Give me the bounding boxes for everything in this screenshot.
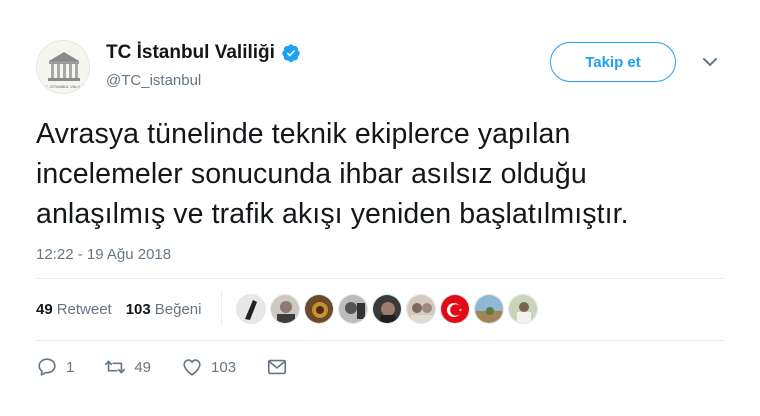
- tweet-actions: 1 49 103: [36, 352, 318, 382]
- profile-avatar[interactable]: T.C. İSTANBUL VALİLİĞİ: [36, 40, 90, 94]
- liker-avatar[interactable]: [304, 294, 335, 324]
- chevron-down-icon[interactable]: [702, 54, 718, 70]
- liker-avatar[interactable]: [474, 294, 505, 324]
- liker-avatars: [236, 294, 539, 324]
- retweet-icon: [105, 360, 126, 374]
- governorate-building-logo: T.C. İSTANBUL VALİLİĞİ: [37, 41, 89, 93]
- tweet-timestamp[interactable]: 12:22 - 19 Ağu 2018: [36, 246, 171, 263]
- avatar-caption: T.C. İSTANBUL VALİLİĞİ: [42, 84, 86, 89]
- liker-avatar[interactable]: [236, 294, 267, 324]
- envelope-icon: [267, 359, 287, 375]
- account-handle[interactable]: @TC_istanbul: [106, 72, 201, 89]
- tweet-line: incelemeler sonucunda ihbar asılsız oldu…: [36, 158, 587, 190]
- retweet-stat-label: Retweet: [56, 300, 112, 318]
- tweet-line: anlaşılmış ve trafik akışı yeniden başla…: [36, 198, 629, 230]
- liker-avatar[interactable]: [372, 294, 403, 324]
- retweet-stat-count: 49: [36, 300, 53, 318]
- stats-separator: [221, 292, 223, 326]
- liker-avatar[interactable]: [270, 294, 301, 324]
- engagement-stats: 49 Retweet 103 Beğeni: [36, 292, 539, 326]
- liker-avatar[interactable]: [406, 294, 437, 324]
- like-stat[interactable]: 103 Beğeni: [126, 301, 202, 318]
- retweet-button[interactable]: 49: [104, 356, 151, 378]
- turkey-flag-avatar[interactable]: [440, 294, 471, 324]
- reply-count: 1: [66, 358, 75, 376]
- liker-avatar[interactable]: [508, 294, 539, 324]
- tweet-text: Avrasya tünelinde teknik ekiplerce yapıl…: [36, 114, 736, 234]
- divider: [36, 340, 724, 341]
- follow-button[interactable]: Takip et: [550, 42, 676, 82]
- retweet-count: 49: [134, 358, 152, 376]
- reply-button[interactable]: 1: [36, 356, 74, 378]
- direct-message-button[interactable]: [266, 356, 288, 378]
- account-name[interactable]: TC İstanbul Valiliği: [106, 42, 275, 64]
- verified-badge-icon: [282, 44, 300, 63]
- tweet-header: T.C. İSTANBUL VALİLİĞİ TC İstanbul Valil…: [36, 36, 724, 96]
- like-button[interactable]: 103: [181, 356, 236, 378]
- heart-icon: [183, 359, 201, 376]
- retweet-stat[interactable]: 49 Retweet: [36, 301, 112, 318]
- like-stat-count: 103: [125, 300, 151, 318]
- divider: [36, 278, 724, 279]
- liker-avatar[interactable]: [338, 294, 369, 324]
- like-count: 103: [211, 358, 237, 376]
- reply-icon: [38, 358, 56, 376]
- like-stat-label: Beğeni: [154, 300, 202, 318]
- tweet-line: Avrasya tünelinde teknik ekiplerce yapıl…: [36, 118, 571, 150]
